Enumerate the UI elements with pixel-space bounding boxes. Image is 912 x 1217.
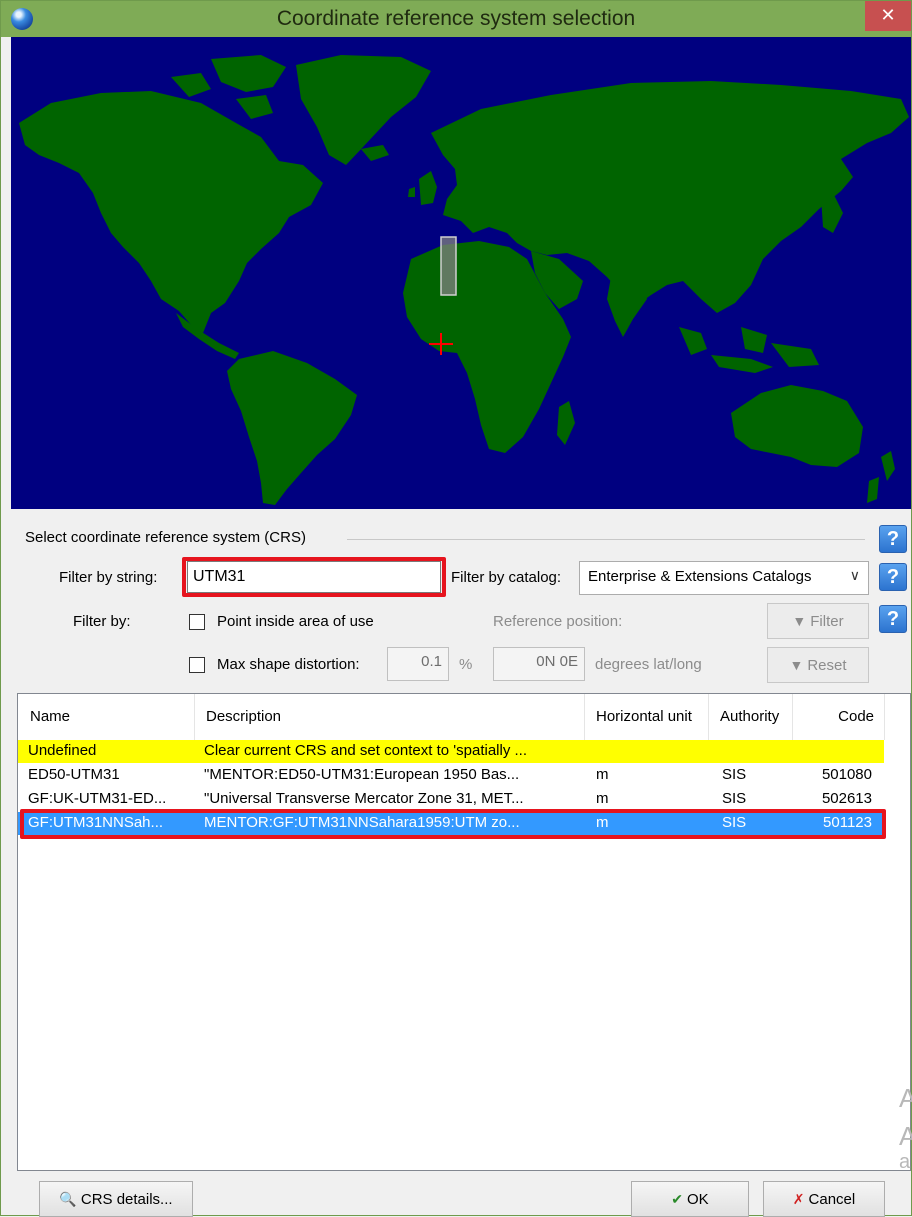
reference-position-label: Reference position: — [493, 613, 623, 630]
cell-unit: m — [596, 766, 609, 783]
percent-label: % — [459, 656, 473, 673]
table-row[interactable]: ED50-UTM31 "MENTOR:ED50-UTM31:European 1… — [18, 764, 884, 787]
column-header-authority[interactable]: Authority — [708, 694, 792, 740]
column-header-code[interactable]: Code — [792, 694, 884, 740]
x-icon: ✗ — [792, 1191, 805, 1207]
crs-details-button[interactable]: 🔍 CRS details... — [39, 1181, 193, 1217]
filter-by-string-label: Filter by string: — [59, 569, 158, 586]
filter-button-label: Filter — [810, 613, 844, 630]
crs-group-label: Select coordinate reference system (CRS) — [25, 529, 306, 546]
help-crs-button[interactable]: ? — [879, 525, 907, 553]
cell-name: GF:UK-UTM31-ED... — [28, 790, 167, 807]
cell-description: "Universal Transverse Mercator Zone 31, … — [204, 790, 524, 807]
filter-string-highlight — [182, 557, 446, 597]
cell-authority: SIS — [722, 790, 747, 807]
max-distortion-checkbox[interactable] — [189, 657, 205, 673]
degrees-label: degrees lat/long — [595, 656, 702, 673]
window-title: Coordinate reference system selection — [276, 7, 636, 30]
table-row[interactable]: GF:UK-UTM31-ED... "Universal Transverse … — [18, 788, 884, 811]
document-magnifier-icon: 🔍 — [59, 1191, 77, 1207]
cell-code: 502613 — [821, 790, 872, 807]
catalog-dropdown[interactable]: Enterprise & Extensions Catalogs ∨ — [579, 561, 869, 595]
close-button[interactable]: ✕ — [865, 1, 911, 31]
cell-description: Clear current CRS and set context to 'sp… — [204, 742, 528, 759]
crs-selection-dialog: Coordinate reference system selection ✕ — [0, 0, 912, 1217]
area-of-use-rect — [440, 236, 457, 296]
chevron-down-icon: ∨ — [849, 567, 860, 583]
check-icon: ✔ — [671, 1191, 684, 1207]
distortion-value-input[interactable]: 0.1 — [387, 647, 449, 681]
max-distortion-label: Max shape distortion: — [217, 656, 360, 673]
watermark-letter: a — [899, 1151, 911, 1173]
cell-authority: SIS — [722, 766, 747, 783]
cancel-button-label: Cancel — [808, 1191, 856, 1208]
filter-by-label: Filter by: — [73, 613, 131, 630]
reset-button[interactable]: ▼ Reset — [767, 647, 869, 683]
help-catalog-button[interactable]: ? — [879, 563, 907, 591]
funnel-icon: ▼ — [792, 613, 807, 629]
column-header-unit[interactable]: Horizontal unit — [584, 694, 708, 740]
cancel-button[interactable]: ✗ Cancel — [763, 1181, 885, 1217]
point-inside-checkbox[interactable] — [189, 614, 205, 630]
filter-button[interactable]: ▼ Filter — [767, 603, 869, 639]
watermark-letter: A — [899, 1121, 912, 1151]
ok-button-label: OK — [687, 1191, 709, 1208]
point-inside-label: Point inside area of use — [217, 613, 374, 630]
crs-details-label: CRS details... — [80, 1191, 173, 1208]
catalog-dropdown-value: Enterprise & Extensions Catalogs — [588, 568, 812, 585]
cell-name: ED50-UTM31 — [28, 766, 120, 783]
crs-list[interactable]: Name Description Horizontal unit Authori… — [17, 693, 911, 1171]
ok-button[interactable]: ✔ OK — [631, 1181, 749, 1217]
title-bar[interactable]: Coordinate reference system selection ✕ — [1, 1, 911, 37]
cell-unit: m — [596, 790, 609, 807]
help-filter-button[interactable]: ? — [879, 605, 907, 633]
cell-code: 501080 — [821, 766, 872, 783]
crs-list-header: Name Description Horizontal unit Authori… — [18, 694, 910, 740]
column-separator — [884, 694, 885, 740]
watermark-letter: A — [899, 1083, 912, 1113]
funnel-clear-icon: ▼ — [789, 657, 804, 673]
group-divider — [347, 539, 865, 540]
column-header-description[interactable]: Description — [194, 694, 584, 740]
table-row[interactable]: Undefined Clear current CRS and set cont… — [18, 740, 884, 763]
world-map[interactable] — [11, 37, 911, 509]
world-map-canvas — [11, 37, 911, 509]
filter-by-catalog-label: Filter by catalog: — [451, 569, 562, 586]
reset-button-label: Reset — [807, 657, 847, 674]
column-header-name[interactable]: Name — [18, 694, 194, 740]
cell-description: "MENTOR:ED50-UTM31:European 1950 Bas... — [204, 766, 520, 783]
cell-name: Undefined — [28, 742, 97, 759]
reference-position-input[interactable]: 0N 0E — [493, 647, 585, 681]
selected-row-highlight — [20, 809, 886, 839]
